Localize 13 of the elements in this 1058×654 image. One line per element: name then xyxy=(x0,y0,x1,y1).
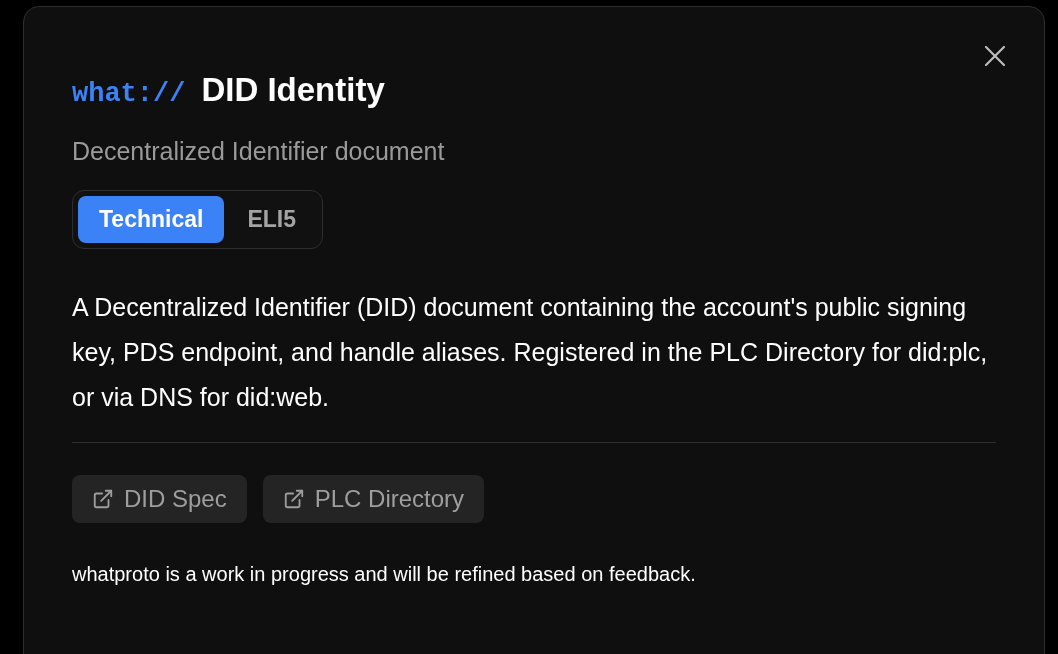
tab[interactable]: Technical xyxy=(78,196,225,243)
external-link[interactable]: DID Spec xyxy=(72,475,247,523)
scheme-label: what:// xyxy=(72,78,186,111)
description-text: A Decentralized Identifier (DID) document containing the account's public signing key, PDS endpoint, and handle aliases. Registered in the PLC Directory for did:plc, or via DNS for did:web. xyxy=(72,292,989,413)
dialog-title: DID Identity xyxy=(201,70,385,110)
close-button[interactable] xyxy=(984,45,1006,67)
external-link[interactable]: PLC Directory xyxy=(262,475,485,523)
tab[interactable]: ELI5 xyxy=(226,196,317,243)
external-link-icon xyxy=(92,488,114,510)
close-icon xyxy=(984,45,1006,67)
external-link-icon xyxy=(282,488,305,510)
dialog-subtitle: Decentralized Identifier document xyxy=(72,135,446,167)
footer-note: whatproto is a work in progress and will be refined based on feedback. xyxy=(72,562,697,587)
